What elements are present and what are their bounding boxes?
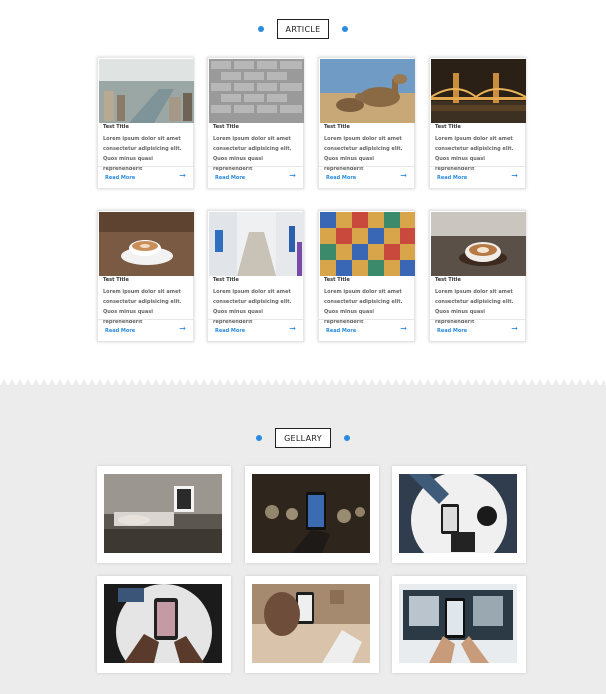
article-card: Test Title Lorem ipsum dolor sit amet co… [429, 210, 526, 342]
heading-dot-left [257, 26, 264, 32]
mosaic-tiles-photo[interactable] [320, 212, 415, 276]
phone-hands-photo [104, 584, 222, 663]
city-river-photo[interactable] [99, 59, 194, 123]
read-more-link[interactable]: Read More [105, 328, 135, 334]
gallery-item[interactable] [245, 466, 379, 563]
phone-bokeh-photo [252, 474, 370, 553]
arrow-right-icon[interactable]: ➞ [179, 325, 186, 333]
arrow-right-icon[interactable]: ➞ [400, 325, 407, 333]
card-footer: Read More ➞ [98, 319, 193, 341]
card-title: Test Title [324, 277, 350, 283]
arrow-right-icon[interactable]: ➞ [511, 172, 518, 180]
article-card: Test Title Lorem ipsum dolor sit amet co… [318, 210, 415, 342]
article-card: Test Title Lorem ipsum dolor sit amet co… [429, 57, 526, 189]
zigzag-divider [0, 379, 606, 387]
card-footer: Read More ➞ [98, 166, 193, 188]
desk-laptop-photo [104, 474, 222, 553]
card-footer: Read More ➞ [430, 166, 525, 188]
article-card: Test Title Lorem ipsum dolor sit amet co… [207, 210, 304, 342]
page: ARTICLE Test Title Lorem ipsum dolor sit… [0, 0, 606, 694]
card-title: Test Title [213, 124, 239, 130]
article-heading: ARTICLE [0, 19, 606, 39]
white-street-photo[interactable] [209, 212, 304, 276]
card-footer: Read More ➞ [319, 166, 414, 188]
read-more-link[interactable]: Read More [215, 175, 245, 181]
arrow-right-icon[interactable]: ➞ [289, 172, 296, 180]
read-more-link[interactable]: Read More [326, 175, 356, 181]
brick-wall-photo[interactable] [209, 59, 304, 123]
card-footer: Read More ➞ [319, 319, 414, 341]
article-card: Test Title Lorem ipsum dolor sit amet co… [97, 57, 194, 189]
read-more-link[interactable]: Read More [105, 175, 135, 181]
gallery-title: GELLARY [275, 428, 331, 448]
read-more-link[interactable]: Read More [437, 328, 467, 334]
article-card: Test Title Lorem ipsum dolor sit amet co… [318, 57, 415, 189]
gallery-item[interactable] [392, 576, 526, 673]
card-title: Test Title [103, 124, 129, 130]
article-title: ARTICLE [276, 19, 330, 39]
bridge-night-photo[interactable] [431, 59, 526, 123]
card-title: Test Title [324, 124, 350, 130]
heading-dot-right [343, 435, 350, 441]
read-more-link[interactable]: Read More [326, 328, 356, 334]
camels-desert-photo[interactable] [320, 59, 415, 123]
coffee-cup-photo[interactable] [99, 212, 194, 276]
gallery-item[interactable] [97, 576, 231, 673]
card-title: Test Title [435, 124, 461, 130]
phone-table-top-photo [399, 474, 517, 553]
read-more-link[interactable]: Read More [437, 175, 467, 181]
arrow-right-icon[interactable]: ➞ [400, 172, 407, 180]
phones-cafe-photo [252, 584, 370, 663]
phone-monitor-photo [399, 584, 517, 663]
card-footer: Read More ➞ [208, 319, 303, 341]
heading-dot-right [342, 26, 349, 32]
gallery-item[interactable] [245, 576, 379, 673]
arrow-right-icon[interactable]: ➞ [179, 172, 186, 180]
gallery-item[interactable] [97, 466, 231, 563]
gallery-heading: GELLARY [0, 428, 606, 448]
article-card: Test Title Lorem ipsum dolor sit amet co… [97, 210, 194, 342]
article-card: Test Title Lorem ipsum dolor sit amet co… [207, 57, 304, 189]
heading-dot-left [256, 435, 263, 441]
card-footer: Read More ➞ [430, 319, 525, 341]
gallery-item[interactable] [392, 466, 526, 563]
latte-art-photo[interactable] [431, 212, 526, 276]
card-title: Test Title [435, 277, 461, 283]
arrow-right-icon[interactable]: ➞ [511, 325, 518, 333]
arrow-right-icon[interactable]: ➞ [289, 325, 296, 333]
card-footer: Read More ➞ [208, 166, 303, 188]
card-title: Test Title [213, 277, 239, 283]
read-more-link[interactable]: Read More [215, 328, 245, 334]
card-title: Test Title [103, 277, 129, 283]
